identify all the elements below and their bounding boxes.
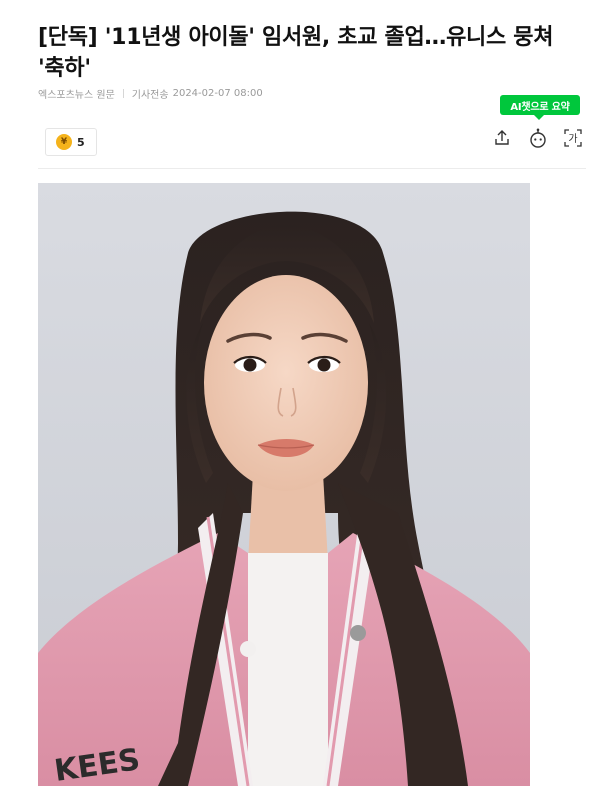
article-meta: 엑스포츠뉴스 원문 기사전송 2024-02-07 08:00 bbox=[38, 86, 263, 101]
font-size-icon: 가 bbox=[564, 129, 582, 147]
reaction-button[interactable]: ¥ 5 bbox=[45, 128, 97, 156]
meta-divider bbox=[122, 89, 124, 98]
share-button[interactable] bbox=[491, 127, 513, 149]
coin-icon: ¥ bbox=[56, 134, 72, 150]
article-photo: KEES bbox=[38, 183, 530, 786]
sent-label: 기사전송 bbox=[131, 90, 169, 101]
portrait-image: KEES bbox=[38, 183, 530, 786]
ai-summary-button[interactable]: AI챗으로 요약 bbox=[500, 95, 580, 120]
share-icon bbox=[495, 130, 509, 145]
font-size-button[interactable]: 가 bbox=[562, 127, 584, 149]
article-headline: [단독] '11년생 아이돌' 임서원, 초교 졸업…유니스 뭉쳐 '축하' bbox=[38, 25, 554, 81]
header-divider bbox=[38, 168, 586, 169]
press-link[interactable]: 엑스포츠뉴스 원문 bbox=[38, 86, 115, 101]
reaction-count: 5 bbox=[77, 135, 85, 149]
ai-chat-button[interactable] bbox=[527, 127, 549, 149]
svg-text:가: 가 bbox=[568, 133, 577, 145]
ai-chat-icon bbox=[530, 128, 546, 148]
sent-time: 2024-02-07 08:00 bbox=[172, 88, 263, 99]
